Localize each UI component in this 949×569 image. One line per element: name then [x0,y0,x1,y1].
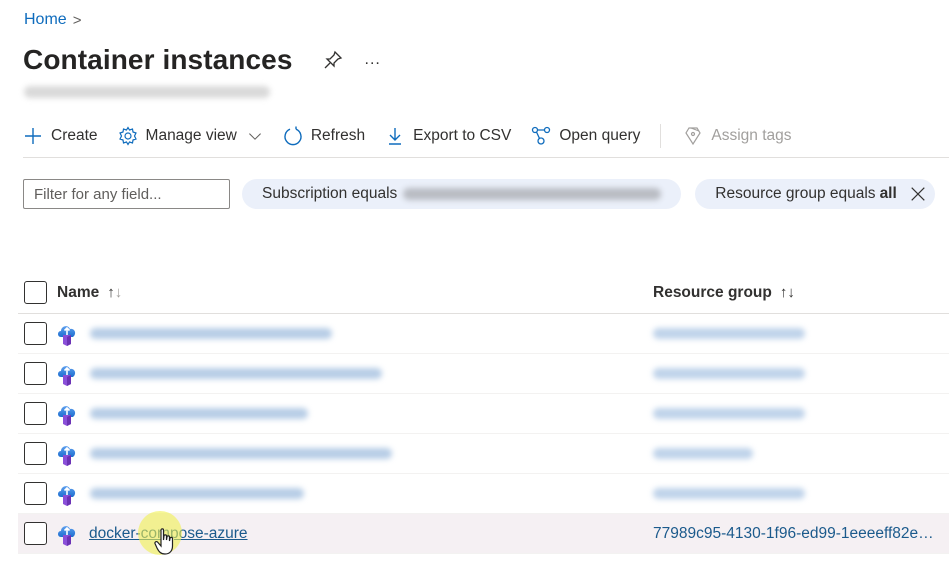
export-csv-label: Export to CSV [413,126,512,144]
breadcrumb-chevron-icon: > [72,11,82,29]
filter-input[interactable] [23,179,230,209]
subscription-filter-pill[interactable]: Subscription equals [242,179,682,209]
close-icon[interactable] [909,185,927,203]
row-checkbox[interactable] [24,442,47,465]
grid-rows: docker-compose-azure 77989c95-4130-1f96-e… [18,314,949,554]
assign-tags-label: Assign tags [711,126,792,144]
select-all-checkbox[interactable] [24,281,47,304]
more-options-icon[interactable]: ... [365,51,381,69]
name-redacted[interactable] [90,408,308,419]
create-button[interactable]: Create [23,122,98,150]
manage-view-button[interactable]: Manage view [118,122,263,150]
row-checkbox[interactable] [24,402,47,425]
container-instance-icon [58,365,76,386]
toolbar-divider [660,123,662,148]
query-icon [532,126,551,145]
row-checkbox[interactable] [24,482,47,505]
container-instance-icon [58,325,76,346]
row-checkbox[interactable] [24,322,47,345]
resource-group-redacted[interactable] [653,448,753,459]
row-checkbox[interactable] [24,362,47,385]
export-csv-button[interactable]: Export to CSV [385,122,511,150]
chevron-down-icon [248,132,261,140]
name-redacted[interactable] [90,488,304,499]
container-instance-icon [58,405,76,426]
download-icon [389,127,402,145]
refresh-label: Refresh [310,126,366,144]
refresh-button[interactable]: Refresh [283,122,365,150]
manage-view-label: Manage view [145,126,237,144]
breadcrumb-home-link[interactable]: Home [24,11,67,29]
table-row[interactable] [18,314,949,354]
resource-group-redacted[interactable] [653,328,805,339]
resource-grid: Name ↑↓ Resource group ↑↓ docker-compose… [18,272,949,554]
sort-up-icon: ↑ [107,284,115,301]
name-redacted[interactable] [90,368,382,379]
resource-group-redacted[interactable] [653,488,805,499]
column-resource-group-label: Resource group [653,283,772,301]
grid-header: Name ↑↓ Resource group ↑↓ [18,272,949,314]
resource-group-redacted[interactable] [653,408,805,419]
sort-down-icon: ↓ [787,284,795,301]
page-title: Container instances [23,44,293,75]
open-query-label: Open query [559,126,641,144]
gear-icon [118,125,137,146]
filter-row: Subscription equals Resource group equal… [23,179,935,209]
subscription-value-redacted [403,188,662,200]
resource-group-filter-value: all [879,185,897,202]
container-instance-icon [58,445,76,466]
name-redacted[interactable] [90,328,332,339]
title-row: Container instances ... [23,44,381,76]
subtitle-redacted [24,86,270,98]
resource-group-filter-pill[interactable]: Resource group equals all [695,179,935,209]
column-header-resource-group[interactable]: Resource group ↑↓ [653,284,795,302]
table-row[interactable]: docker-compose-azure 77989c95-4130-1f96-e… [18,514,949,554]
table-row[interactable] [18,394,949,434]
create-label: Create [51,126,98,144]
tag-icon [685,126,702,145]
open-query-button[interactable]: Open query [531,122,640,150]
column-header-name[interactable]: Name ↑↓ [57,284,122,302]
resource-group-redacted[interactable] [653,368,805,379]
container-instance-icon [58,525,76,546]
resource-group-filter-label: Resource group equals [715,185,876,202]
container-instance-icon [58,485,76,506]
breadcrumb: Home > [24,11,81,29]
resource-group-cell[interactable]: 77989c95-4130-1f96-ed99-1eeeeff82e… [653,525,949,543]
subscription-filter-label: Subscription equals [262,185,398,202]
command-bar: Create Manage view Refresh Export to CSV… [23,122,949,158]
table-row[interactable] [18,354,949,394]
pin-icon[interactable] [323,50,343,70]
table-row[interactable] [18,474,949,514]
table-row[interactable] [18,434,949,474]
sort-icon[interactable]: ↑↓ [107,284,122,301]
sort-icon[interactable]: ↑↓ [780,284,795,301]
row-checkbox[interactable] [24,522,47,545]
column-name-label: Name [57,283,100,301]
resource-name-link[interactable]: docker-compose-azure [89,525,248,543]
refresh-icon [284,126,302,145]
assign-tags-button[interactable]: Assign tags [683,122,792,150]
name-redacted[interactable] [90,448,392,459]
plus-icon [25,127,41,144]
sort-down-icon: ↓ [114,284,123,301]
